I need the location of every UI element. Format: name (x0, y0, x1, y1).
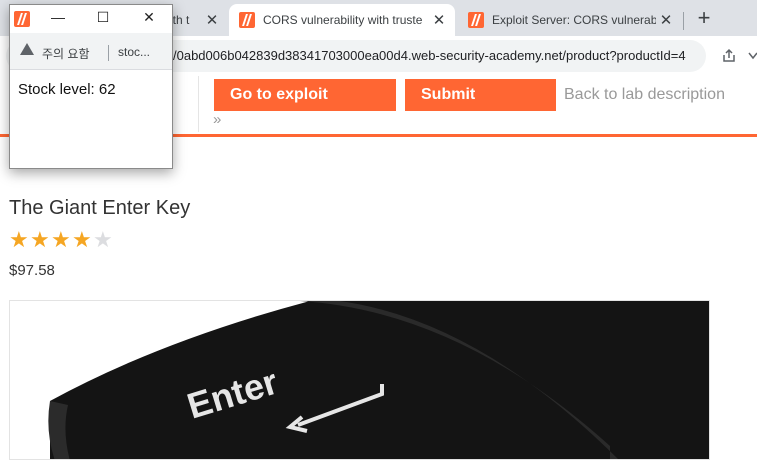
chevron-down-icon[interactable] (748, 52, 757, 60)
star-filled-icon: ★ (51, 227, 71, 252)
star-filled-icon: ★ (9, 227, 29, 252)
maximize-icon[interactable]: ☐ (93, 9, 113, 26)
enter-key-image: Enter (48, 301, 709, 459)
submit-solution-button[interactable]: Submit solution (405, 79, 556, 135)
back-to-lab-description-link[interactable]: Back to lab description (564, 86, 725, 104)
portswigger-logo-icon (239, 12, 255, 28)
star-filled-icon: ★ (30, 227, 50, 252)
stock-level-text: Stock level: 62 (18, 81, 116, 98)
tab-title: Exploit Server: CORS vulnerab (492, 13, 657, 27)
not-secure-label[interactable]: 주의 요함 (42, 45, 90, 62)
address-separator (108, 45, 109, 61)
popup-titlebar[interactable]: — ☐ ✕ (10, 5, 172, 33)
portswigger-logo-icon (468, 12, 484, 28)
minimize-icon[interactable]: — (48, 9, 68, 25)
tab-cors-lab[interactable]: CORS vulnerability with truste ✕ (229, 4, 455, 36)
product-price: $97.58 (9, 262, 55, 279)
close-icon[interactable]: ✕ (202, 11, 222, 29)
close-icon[interactable]: ✕ (139, 9, 159, 26)
go-to-exploit-server-button[interactable]: Go to exploit server (214, 79, 396, 135)
product-image: Enter (9, 300, 710, 460)
product-title: The Giant Enter Key (9, 197, 191, 219)
warning-icon[interactable] (20, 43, 34, 55)
portswigger-logo-icon (14, 11, 30, 27)
close-icon[interactable]: ✕ (429, 11, 449, 29)
close-icon[interactable]: ✕ (656, 11, 676, 29)
double-chevron-icon: » (213, 111, 222, 128)
address-bar-url[interactable]: /0abd006b042839d38341703000ea00d4.web-se… (173, 48, 686, 63)
new-tab-button[interactable]: + (694, 6, 714, 30)
header-divider (198, 76, 199, 132)
star-filled-icon: ★ (72, 227, 92, 252)
rating-stars: ★ ★ ★ ★ ★ (9, 229, 114, 251)
stock-popup-window[interactable]: — ☐ ✕ 주의 요함 stoc... Stock level: 62 (9, 4, 173, 169)
tab-title: CORS vulnerability with truste (263, 13, 423, 27)
star-empty-icon: ★ (93, 227, 113, 252)
tab-exploit-server[interactable]: Exploit Server: CORS vulnerab ✕ (458, 4, 682, 36)
popup-url[interactable]: stoc... (118, 45, 150, 59)
share-icon[interactable] (721, 48, 737, 64)
tab-separator (683, 12, 684, 30)
